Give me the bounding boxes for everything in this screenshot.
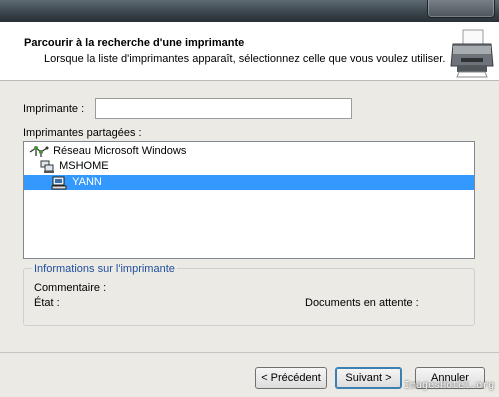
printer-info-title: Informations sur l'imprimante — [32, 263, 177, 275]
wizard-header: Parcourir à la recherche d'une imprimant… — [0, 22, 499, 81]
shared-printers-tree[interactable]: Réseau Microsoft Windows MSHOME YANN — [23, 141, 475, 259]
network-icon — [29, 145, 49, 157]
tree-item-mshome[interactable]: MSHOME — [40, 159, 109, 174]
page-title: Parcourir à la recherche d'une imprimant… — [24, 37, 245, 49]
tree-item-network[interactable]: Réseau Microsoft Windows — [28, 144, 186, 159]
next-button[interactable]: Suivant > — [335, 367, 402, 389]
back-button[interactable]: < Précédent — [255, 367, 327, 389]
tree-item-label: MSHOME — [59, 160, 109, 172]
printer-label: Imprimante : — [23, 103, 85, 115]
printer-name-input[interactable] — [95, 98, 352, 119]
tree-item-label: YANN — [72, 176, 102, 188]
page-subtitle: Lorsque la liste d'imprimantes apparaît,… — [44, 53, 446, 65]
workgroup-icon — [40, 160, 54, 173]
tree-item-label: Réseau Microsoft Windows — [53, 145, 187, 157]
tree-item-yann[interactable]: YANN — [24, 175, 474, 190]
shared-printers-label: Imprimantes partagées : — [23, 127, 142, 139]
printer-icon — [450, 29, 494, 78]
computer-icon — [51, 176, 67, 189]
watermark: ImagesHotel.org — [404, 380, 495, 391]
state-label: État : — [34, 297, 60, 309]
pending-documents-label: Documents en attente : — [305, 297, 419, 309]
window-titlebar — [0, 0, 499, 22]
comment-label: Commentaire : — [34, 282, 107, 294]
close-button[interactable] — [427, 0, 495, 18]
footer-divider — [0, 352, 499, 353]
